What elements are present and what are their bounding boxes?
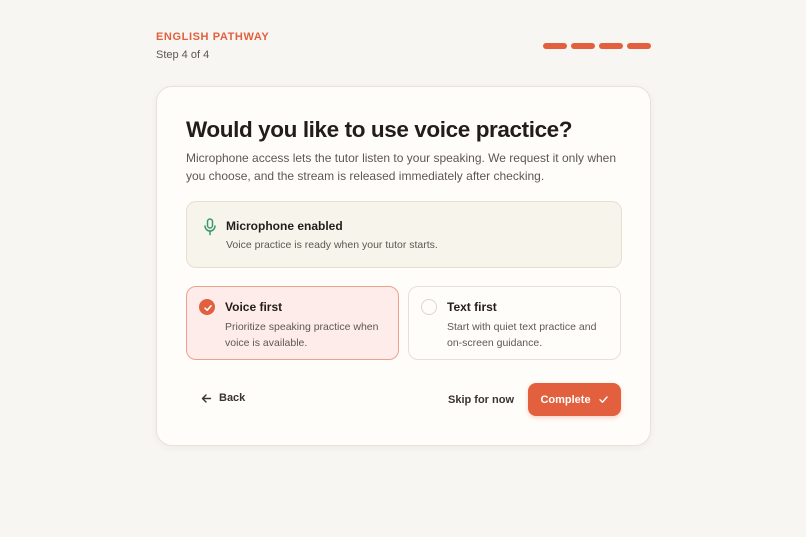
back-button-label: Back [219, 392, 246, 404]
option-description: Start with quiet text practice and on-sc… [447, 321, 597, 349]
back-button[interactable]: Back [201, 392, 245, 404]
step-indicator: Step 4 of 4 [156, 49, 210, 61]
progress-segment [543, 43, 567, 49]
skip-button[interactable]: Skip for now [448, 394, 514, 406]
mic-status-subtitle: Voice practice is ready when your tutor … [226, 239, 438, 251]
complete-button[interactable]: Complete [528, 383, 621, 416]
pathway-eyebrow: ENGLISH PATHWAY [156, 31, 270, 43]
radio-checked-icon[interactable] [199, 299, 215, 315]
option-description: Prioritize speaking practice when voice … [225, 321, 379, 349]
card-description: Microphone access lets the tutor listen … [186, 151, 617, 183]
microphone-icon [204, 218, 216, 236]
mic-status-title: Microphone enabled [226, 219, 343, 233]
check-icon [204, 305, 212, 311]
progress-segment [627, 43, 651, 49]
page-title: Would you like to use voice practice? [186, 117, 573, 142]
radio-unchecked-icon[interactable] [421, 299, 437, 315]
progress-bar [543, 43, 651, 49]
progress-segment [599, 43, 623, 49]
page-header: ENGLISH PATHWAY Step 4 of 4 [156, 30, 651, 70]
option-title: Text first [447, 300, 497, 314]
arrow-left-icon [201, 393, 212, 403]
check-icon [598, 396, 608, 403]
option-voice-first[interactable]: Voice first Prioritize speaking practice… [186, 286, 399, 360]
option-title: Voice first [225, 300, 283, 314]
voice-practice-card: Would you like to use voice practice? Mi… [156, 86, 651, 446]
microphone-status-panel: Microphone enabled Voice practice is rea… [186, 201, 622, 268]
option-text-first[interactable]: Text first Start with quiet text practic… [408, 286, 621, 360]
progress-segment [571, 43, 595, 49]
complete-button-label: Complete [540, 393, 591, 406]
